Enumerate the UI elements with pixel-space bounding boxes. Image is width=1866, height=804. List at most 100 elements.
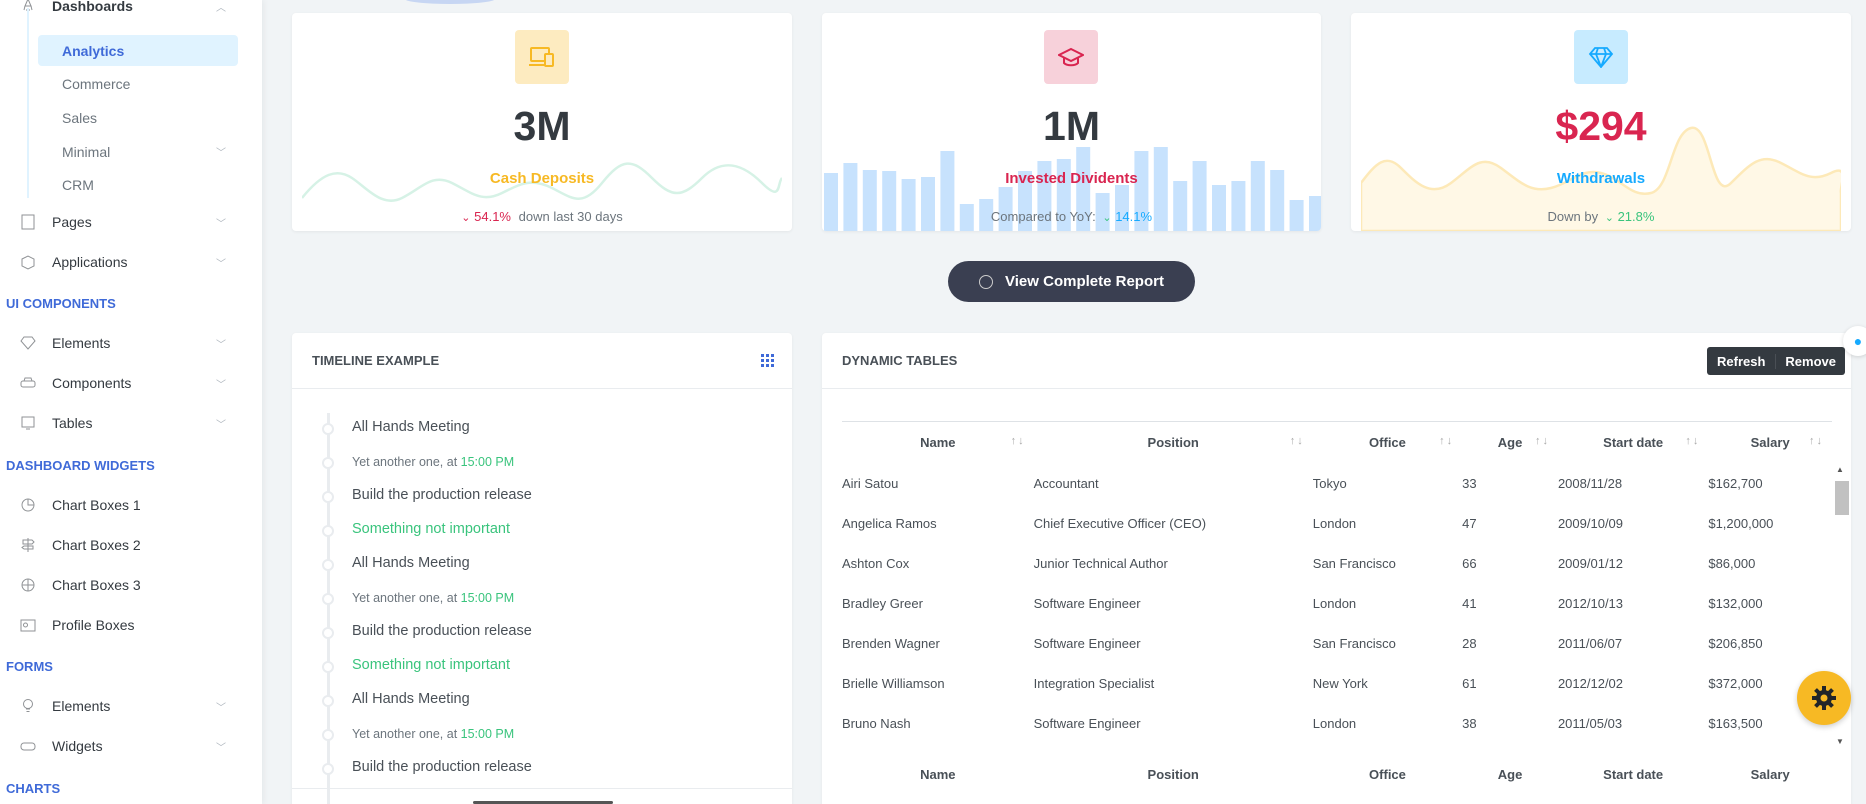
- table-cell: [1558, 743, 1708, 752]
- sort-icon[interactable]: ↑↓: [1809, 435, 1824, 447]
- grid-menu-icon[interactable]: [761, 354, 774, 367]
- chevron-down-icon: ﹀: [216, 379, 226, 391]
- sidebar-item-label: Chart Boxes 3: [52, 577, 141, 593]
- table-row[interactable]: Ashton Cox Junior Technical Author San Fra…: [842, 543, 1832, 583]
- column-footer: Office: [1313, 755, 1462, 793]
- table-row[interactable]: Bruno Nash Software Engineer London 38 2011/…: [842, 703, 1832, 743]
- table-cell: 2009/10/09: [1557, 515, 1624, 531]
- column-header[interactable]: Salary ↑↓: [1708, 422, 1832, 463]
- timeline-item: Yet another one, at 15:00 PM: [352, 591, 514, 605]
- column-header[interactable]: Name ↑↓: [842, 422, 1034, 463]
- sidebar-item-label: Chart Boxes 2: [52, 537, 141, 553]
- table-cell: Bruno Nash: [842, 715, 911, 731]
- table-row-partial: [842, 743, 1832, 752]
- timeline-item-text: Yet another one, at: [352, 591, 461, 605]
- table-cell: Software Engineer: [1033, 715, 1141, 731]
- sort-icon[interactable]: ↑↓: [1535, 435, 1550, 447]
- table-cell: Angelica Ramos: [842, 515, 937, 531]
- table-row[interactable]: Bradley Greer Software Engineer London 41 20…: [842, 583, 1832, 623]
- sort-icon[interactable]: ↑↓: [1439, 435, 1454, 447]
- scroll-down-icon[interactable]: ▼: [1836, 737, 1844, 746]
- chevron-down-icon: ﹀: [216, 742, 226, 754]
- table-cell: 2011/06/07: [1557, 635, 1623, 651]
- pie-chart-icon: [18, 495, 38, 515]
- table-cell: London: [1312, 715, 1357, 731]
- timeline-dot: [322, 593, 334, 605]
- sidebar-item-label: Pages: [52, 214, 92, 230]
- theme-drop-icon[interactable]: ●: [1843, 326, 1866, 356]
- sidebar-item-analytics[interactable]: Analytics: [38, 35, 238, 66]
- graduation-cap-icon: [1044, 30, 1098, 84]
- timeline-item-text: Build the production release: [352, 487, 532, 503]
- sidebar-item-commerce[interactable]: Commerce: [38, 68, 238, 99]
- table-cell: Ashton Cox: [842, 555, 910, 571]
- ball-icon: [18, 575, 38, 595]
- view-complete-report-button[interactable]: View Complete Report: [948, 261, 1195, 302]
- stat-prefix: Compared to YoY:: [990, 209, 1096, 224]
- sidebar-item-label: Analytics: [62, 42, 125, 59]
- table-cell: Junior Technical Author: [1033, 555, 1168, 571]
- sidebar-item-form-widgets[interactable]: Widgets ﹀: [18, 732, 230, 760]
- car-icon: [18, 373, 38, 393]
- card-header: DYNAMIC TABLES Refresh Remove: [822, 333, 1851, 389]
- dynamic-tables-card: DYNAMIC TABLES Refresh Remove Name ↑↓ Posi…: [822, 333, 1851, 804]
- sidebar-item-form-elements[interactable]: Elements ﹀: [18, 692, 230, 720]
- chevron-down-icon: ﹀: [216, 258, 226, 270]
- scroll-up-icon[interactable]: ▲: [1836, 465, 1844, 474]
- chevron-down-icon: ﹀: [216, 702, 226, 714]
- table-row[interactable]: Brielle Williamson Integration Specialist…: [842, 663, 1832, 703]
- column-header[interactable]: Office ↑↓: [1313, 422, 1462, 463]
- settings-fab[interactable]: [1797, 671, 1851, 725]
- remove-button[interactable]: Remove: [1776, 354, 1845, 369]
- sort-icon[interactable]: ↑↓: [1290, 435, 1305, 447]
- timeline-line: [327, 413, 330, 804]
- column-header[interactable]: Age ↑↓: [1462, 422, 1558, 463]
- card-title: TIMELINE EXAMPLE: [312, 353, 440, 368]
- table-cell: $86,000: [1708, 555, 1756, 571]
- top-glow-decoration: [405, 0, 495, 4]
- timeline-item: All Hands Meeting: [352, 419, 470, 435]
- card-title: DYNAMIC TABLES: [842, 353, 958, 368]
- sort-icon[interactable]: ↑↓: [1685, 435, 1700, 447]
- table-scroll-body[interactable]: Name ↑↓ Position ↑↓ Office ↑↓ Age ↑↓ Start date ↑…: [842, 421, 1832, 752]
- table-row[interactable]: Airi Satou Accountant Tokyo 33 2008/11/28 $16…: [842, 463, 1832, 503]
- timeline-item: Something not important: [352, 521, 510, 537]
- sort-icon[interactable]: ↑↓: [1011, 435, 1026, 447]
- column-header[interactable]: Position ↑↓: [1034, 422, 1313, 463]
- chevron-down-icon: ﹀: [216, 148, 226, 159]
- data-table: Name ↑↓ Position ↑↓ Office ↑↓ Age ↑↓ Start date ↑…: [842, 422, 1832, 752]
- table-cell: San Francisco: [1312, 635, 1396, 651]
- timeline-time: 15:00 PM: [460, 727, 515, 741]
- sidebar-item-sales[interactable]: Sales: [38, 102, 238, 133]
- sidebar-item-components[interactable]: Components ﹀: [18, 369, 230, 397]
- display-icon: [18, 413, 38, 433]
- sidebar-item-pages[interactable]: Pages ﹀: [18, 208, 230, 236]
- signpost-icon: [18, 535, 38, 555]
- timeline-item: Yet another one, at 15:00 PM: [352, 727, 514, 741]
- sidebar-item-profile-boxes[interactable]: Profile Boxes: [18, 611, 230, 639]
- sidebar-item-minimal[interactable]: Minimal ﹀: [38, 136, 238, 167]
- sidebar-item-crm[interactable]: CRM: [38, 169, 238, 200]
- timeline-item-text: Yet another one, at: [352, 455, 461, 469]
- sidebar-item-chart-boxes-2[interactable]: Chart Boxes 2: [18, 531, 230, 559]
- scrollbar-thumb[interactable]: [1835, 481, 1849, 515]
- table-cell: 28: [1462, 635, 1477, 651]
- table-row[interactable]: Brenden Wagner Software Engineer San Franc…: [842, 623, 1832, 663]
- sidebar-item-tables[interactable]: Tables ﹀: [18, 409, 230, 437]
- sidebar-item-elements[interactable]: Elements ﹀: [18, 329, 230, 357]
- column-header-label: Salary: [1750, 435, 1790, 450]
- table-cell: Integration Specialist: [1033, 675, 1155, 691]
- sidebar-item-applications[interactable]: Applications ﹀: [18, 248, 230, 276]
- sidebar-item-chart-boxes-3[interactable]: Chart Boxes 3: [18, 571, 230, 599]
- refresh-button[interactable]: Refresh: [1707, 353, 1777, 369]
- sidebar-item-label: Elements: [52, 698, 111, 714]
- table-row[interactable]: Angelica Ramos Chief Executive Officer (C…: [842, 503, 1832, 543]
- column-header[interactable]: Start date ↑↓: [1558, 422, 1708, 463]
- page-icon: [18, 212, 38, 232]
- table-cell: 2012/10/13: [1557, 595, 1624, 611]
- sidebar-item-dashboards[interactable]: Dashboards ︿: [18, 0, 230, 20]
- sidebar-item-label: Profile Boxes: [52, 617, 135, 633]
- stat-percentage: 54.1%: [474, 209, 511, 224]
- sidebar-item-label: Chart Boxes 1: [52, 497, 141, 513]
- sidebar-item-chart-boxes-1[interactable]: Chart Boxes 1: [18, 491, 230, 519]
